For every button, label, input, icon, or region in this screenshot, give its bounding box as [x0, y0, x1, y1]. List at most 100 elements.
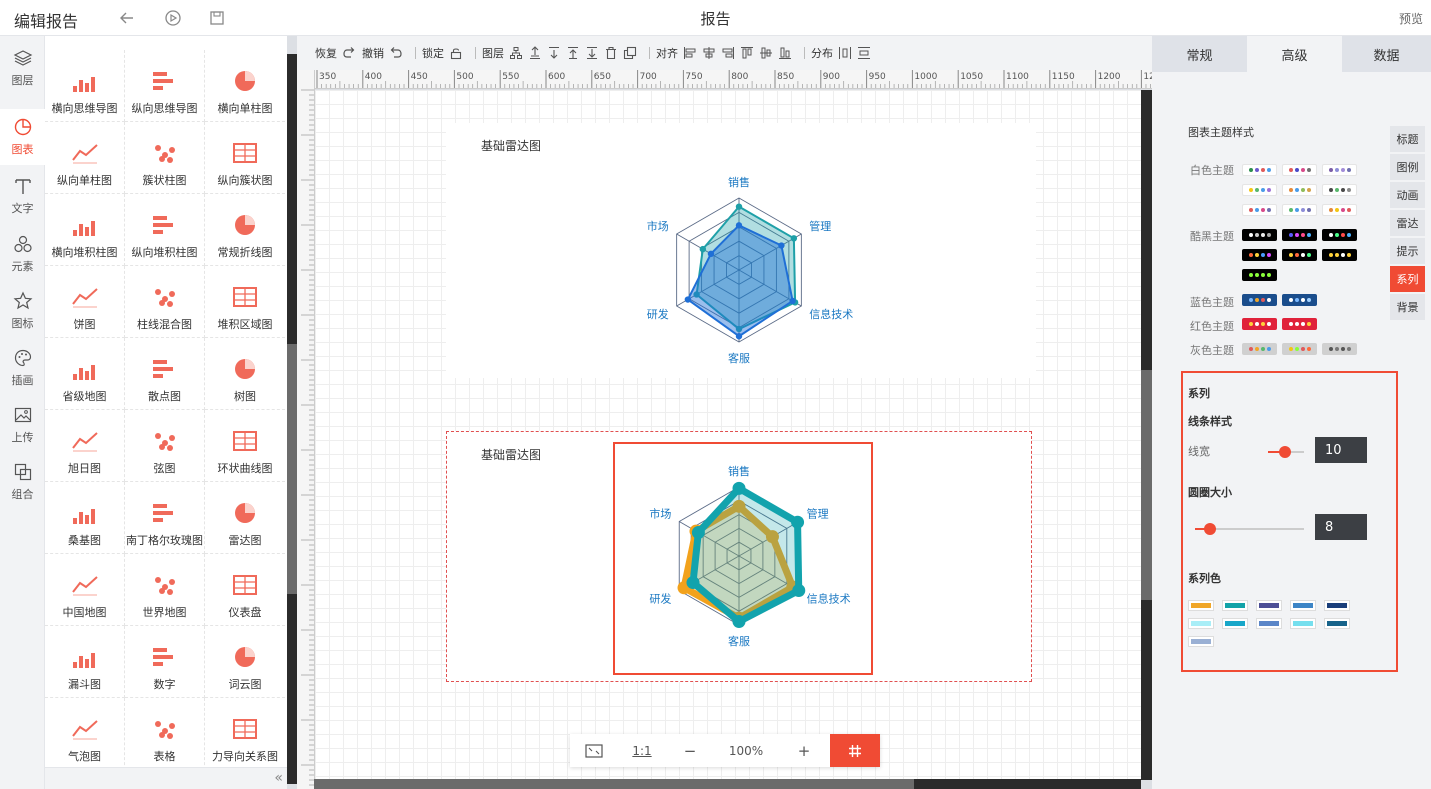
catalog-item[interactable]: 桑基图: [45, 482, 125, 554]
catalog-item[interactable]: 常规折线图: [205, 194, 285, 266]
theme-swatch[interactable]: [1242, 318, 1277, 330]
theme-swatch[interactable]: [1282, 204, 1317, 216]
series-color-chip[interactable]: [1189, 637, 1213, 646]
catalog-item[interactable]: 中国地图: [45, 554, 125, 626]
theme-swatch[interactable]: [1242, 229, 1277, 241]
canvas-page[interactable]: 基础雷达图 销售 管理 信息技术 客服 研发 市场 基础雷达图 销售 管理 信息技术 客服 研发市…: [315, 90, 1141, 779]
fit-screen-button[interactable]: [570, 734, 618, 767]
preview-button[interactable]: 预览: [1399, 10, 1423, 27]
one-to-one-button[interactable]: 1:1: [618, 734, 666, 767]
copy-icon[interactable]: [623, 46, 637, 60]
catalog-item[interactable]: 环状曲线图: [205, 410, 285, 482]
series-color-chip[interactable]: [1291, 619, 1315, 628]
catalog-item[interactable]: 纵向簇状图: [205, 122, 285, 194]
delete-icon[interactable]: [604, 46, 618, 60]
catalog-item[interactable]: 堆积区域图: [205, 266, 285, 338]
theme-swatch[interactable]: [1242, 164, 1277, 176]
tab-data[interactable]: 数据: [1342, 36, 1431, 72]
send-backward-icon[interactable]: [547, 46, 561, 60]
nav-charts[interactable]: 图表: [0, 109, 45, 165]
nav-icons[interactable]: 图标: [0, 283, 45, 339]
catalog-item[interactable]: 树图: [205, 338, 285, 410]
catalog-item[interactable]: 柱线混合图: [125, 266, 205, 338]
theme-swatch[interactable]: [1242, 269, 1277, 281]
catalog-item[interactable]: 数字: [125, 626, 205, 698]
nav-text[interactable]: 文字: [0, 168, 45, 224]
nav-layers[interactable]: 图层: [0, 40, 45, 96]
left-scrollbar[interactable]: [287, 54, 297, 784]
catalog-item[interactable]: 雷达图: [205, 482, 285, 554]
theme-swatch[interactable]: [1322, 229, 1357, 241]
side-tab[interactable]: 背景: [1390, 294, 1425, 320]
tab-advanced[interactable]: 高级: [1247, 36, 1342, 72]
theme-swatch[interactable]: [1282, 343, 1317, 355]
side-tab[interactable]: 图例: [1390, 154, 1425, 180]
grid-toggle-button[interactable]: [830, 734, 880, 767]
catalog-item[interactable]: 饼图: [45, 266, 125, 338]
side-tab[interactable]: 标题: [1390, 126, 1425, 152]
series-color-chip[interactable]: [1223, 619, 1247, 628]
nav-group[interactable]: 组合: [0, 454, 45, 510]
layer-tree-icon[interactable]: [509, 46, 523, 60]
collapse-icon[interactable]: «: [274, 770, 283, 786]
theme-swatch[interactable]: [1282, 294, 1317, 306]
bottom-scrollbar-thumb[interactable]: [314, 779, 914, 789]
theme-swatch[interactable]: [1322, 184, 1357, 196]
undo-button[interactable]: 撤销: [362, 45, 403, 61]
catalog-item[interactable]: 纵向堆积柱图: [125, 194, 205, 266]
zoom-in-button[interactable]: +: [778, 734, 830, 767]
align-top-icon[interactable]: [740, 46, 754, 60]
theme-swatch[interactable]: [1322, 343, 1357, 355]
distribute-vertical-icon[interactable]: [857, 46, 871, 60]
send-to-back-icon[interactable]: [585, 46, 599, 60]
line-width-input[interactable]: 10: [1315, 437, 1367, 463]
catalog-item[interactable]: 词云图: [205, 626, 285, 698]
align-left-icon[interactable]: [683, 46, 697, 60]
zoom-out-button[interactable]: −: [666, 734, 714, 767]
align-middle-icon[interactable]: [759, 46, 773, 60]
side-tab[interactable]: 提示: [1390, 238, 1425, 264]
catalog-item[interactable]: 横向单柱图: [205, 50, 285, 122]
catalog-item[interactable]: 世界地图: [125, 554, 205, 626]
chart-card-2-selected[interactable]: 基础雷达图 销售 管理 信息技术 客服 研发 市场: [446, 431, 1032, 682]
theme-swatch[interactable]: [1322, 204, 1357, 216]
lock-button[interactable]: 锁定: [422, 45, 463, 61]
catalog-item[interactable]: 省级地图: [45, 338, 125, 410]
distribute-horizontal-icon[interactable]: [838, 46, 852, 60]
series-color-chip[interactable]: [1257, 619, 1281, 628]
series-color-chip[interactable]: [1325, 619, 1349, 628]
side-tab[interactable]: 系列: [1390, 266, 1425, 292]
theme-swatch[interactable]: [1322, 249, 1357, 261]
catalog-item[interactable]: 南丁格尔玫瑰图: [125, 482, 205, 554]
align-right-icon[interactable]: [721, 46, 735, 60]
side-tab[interactable]: 动画: [1390, 182, 1425, 208]
theme-swatch[interactable]: [1282, 184, 1317, 196]
theme-swatch[interactable]: [1242, 249, 1277, 261]
align-bottom-icon[interactable]: [778, 46, 792, 60]
right-scrollbar[interactable]: [1141, 90, 1152, 780]
tab-general[interactable]: 常规: [1152, 36, 1247, 72]
catalog-item[interactable]: 漏斗图: [45, 626, 125, 698]
catalog-item[interactable]: 横向堆积柱图: [45, 194, 125, 266]
series-color-chip[interactable]: [1223, 601, 1247, 610]
circle-size-slider-knob[interactable]: [1204, 523, 1216, 535]
circle-size-input[interactable]: 8: [1315, 514, 1367, 540]
bring-forward-icon[interactable]: [528, 46, 542, 60]
catalog-item[interactable]: 力导向关系图: [205, 698, 285, 770]
theme-swatch[interactable]: [1282, 249, 1317, 261]
series-color-chip[interactable]: [1291, 601, 1315, 610]
side-tab[interactable]: 雷达: [1390, 210, 1425, 236]
series-color-chip[interactable]: [1257, 601, 1281, 610]
align-center-icon[interactable]: [702, 46, 716, 60]
chart-card-1[interactable]: 基础雷达图 销售 管理 信息技术 客服 研发 市场: [446, 123, 1036, 378]
theme-swatch[interactable]: [1242, 184, 1277, 196]
theme-swatch[interactable]: [1242, 204, 1277, 216]
theme-swatch[interactable]: [1282, 164, 1317, 176]
theme-swatch[interactable]: [1242, 343, 1277, 355]
catalog-item[interactable]: 纵向单柱图: [45, 122, 125, 194]
catalog-item[interactable]: 纵向思维导图: [125, 50, 205, 122]
bottom-scrollbar[interactable]: [314, 779, 1141, 789]
catalog-item[interactable]: 弦图: [125, 410, 205, 482]
nav-illustration[interactable]: 插画: [0, 340, 45, 396]
catalog-item[interactable]: 簇状柱图: [125, 122, 205, 194]
